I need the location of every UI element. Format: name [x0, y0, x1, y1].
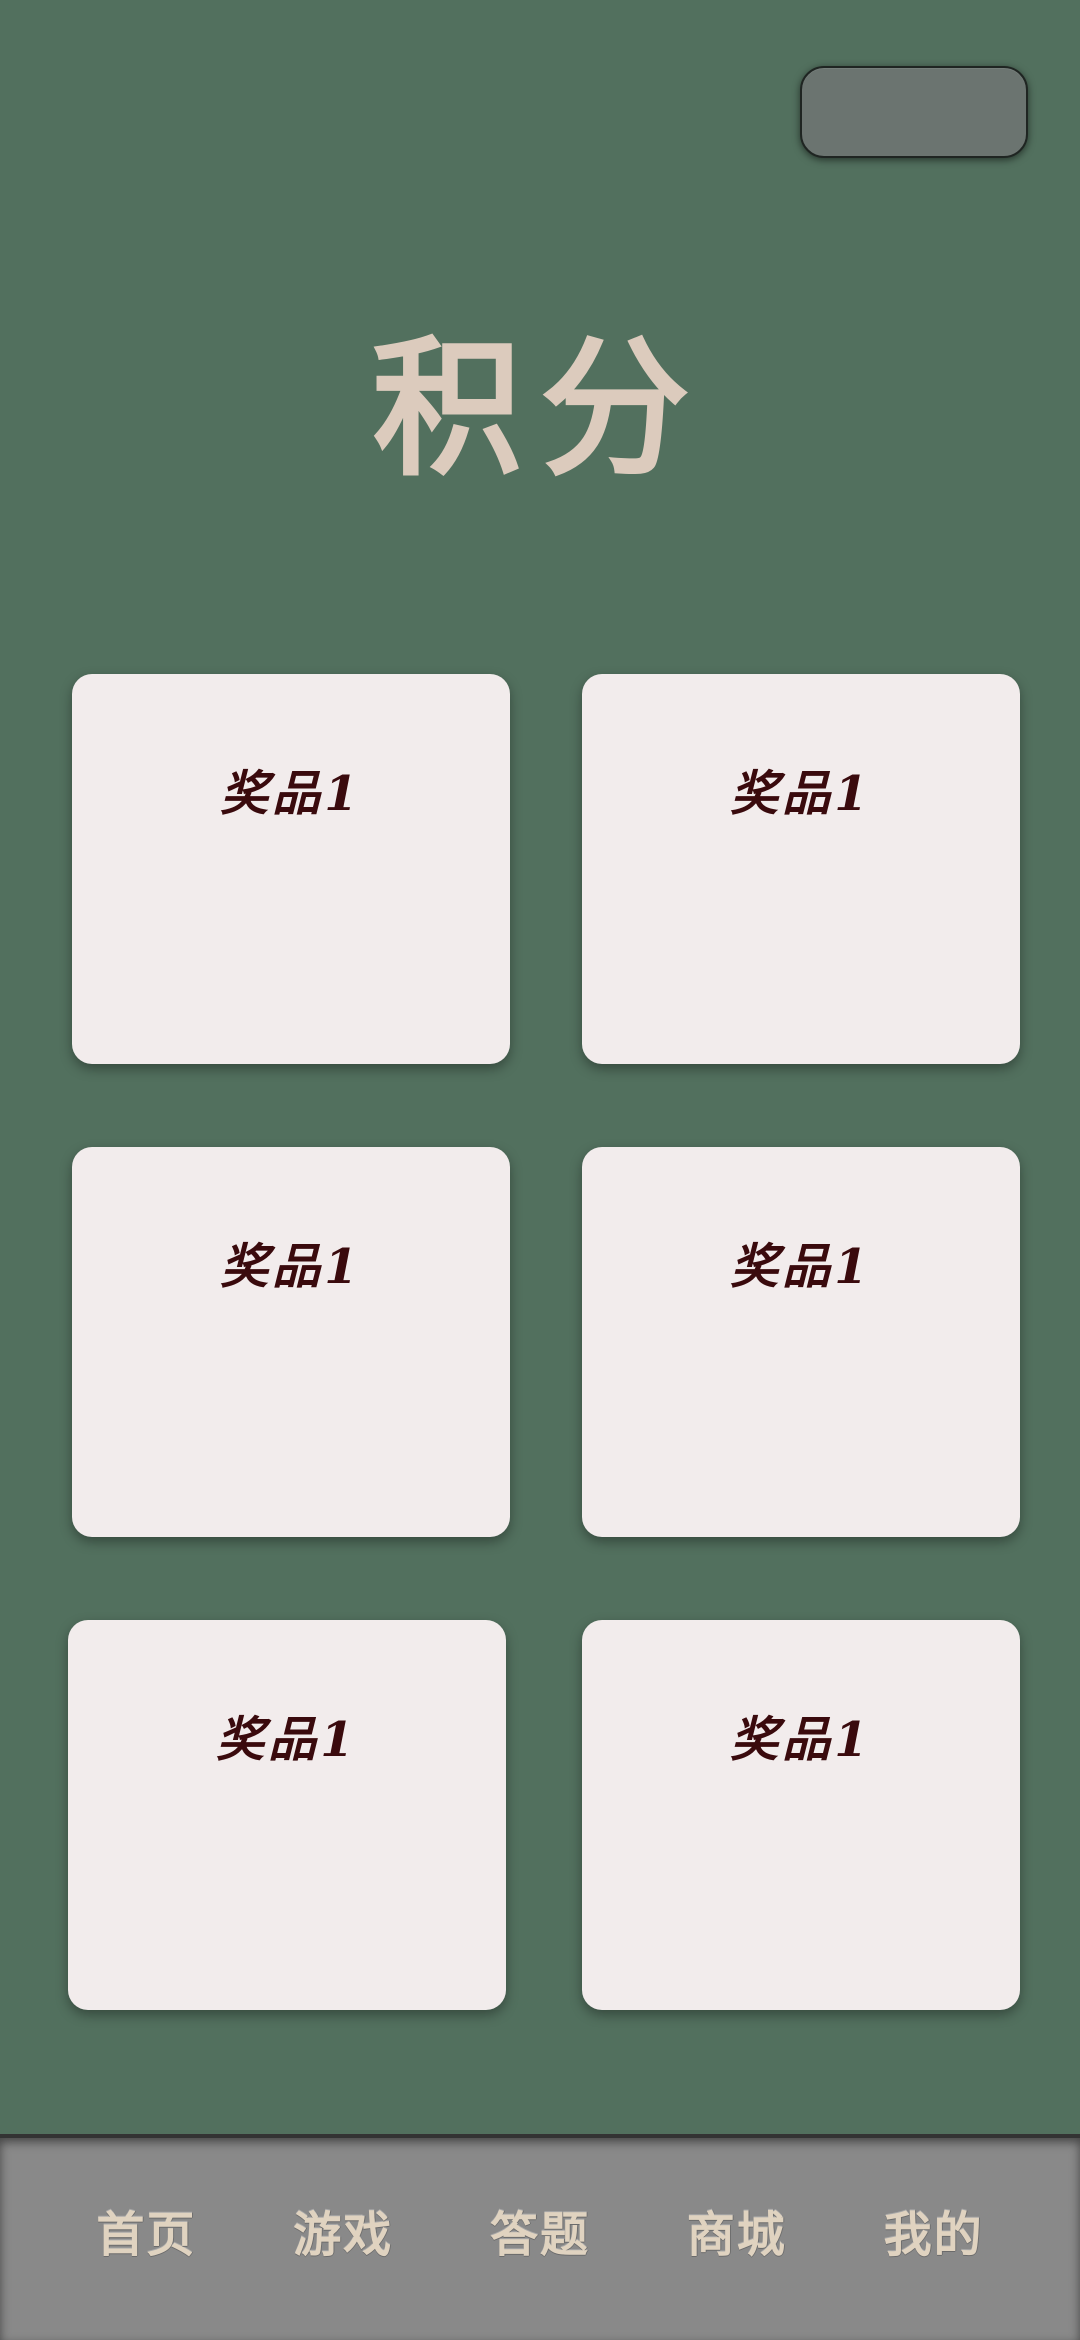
prize-card[interactable]: 奖品1 — [72, 1147, 510, 1537]
prize-card[interactable]: 奖品1 — [582, 674, 1020, 1064]
prize-card[interactable]: 奖品1 — [582, 1620, 1020, 2010]
top-right-button[interactable] — [800, 66, 1028, 158]
nav-item-shop[interactable]: 商城 — [681, 2197, 793, 2273]
prize-label: 奖品1 — [730, 1239, 872, 1295]
prize-card[interactable]: 奖品1 — [72, 674, 510, 1064]
nav-item-quiz[interactable]: 答题 — [484, 2197, 596, 2273]
nav-item-mine[interactable]: 我的 — [878, 2197, 990, 2273]
page-title: 积分 — [371, 323, 708, 497]
nav-item-games[interactable]: 游戏 — [287, 2197, 399, 2273]
bottom-nav: 首页 游戏 答题 商城 我的 — [0, 2134, 1080, 2340]
nav-item-home[interactable]: 首页 — [90, 2197, 202, 2273]
prize-label: 奖品1 — [220, 766, 362, 822]
prize-label: 奖品1 — [730, 1712, 872, 1768]
prize-label: 奖品1 — [216, 1712, 358, 1768]
prize-card[interactable]: 奖品1 — [68, 1620, 506, 2010]
prize-label: 奖品1 — [730, 766, 872, 822]
prize-card[interactable]: 奖品1 — [582, 1147, 1020, 1537]
prize-label: 奖品1 — [220, 1239, 362, 1295]
